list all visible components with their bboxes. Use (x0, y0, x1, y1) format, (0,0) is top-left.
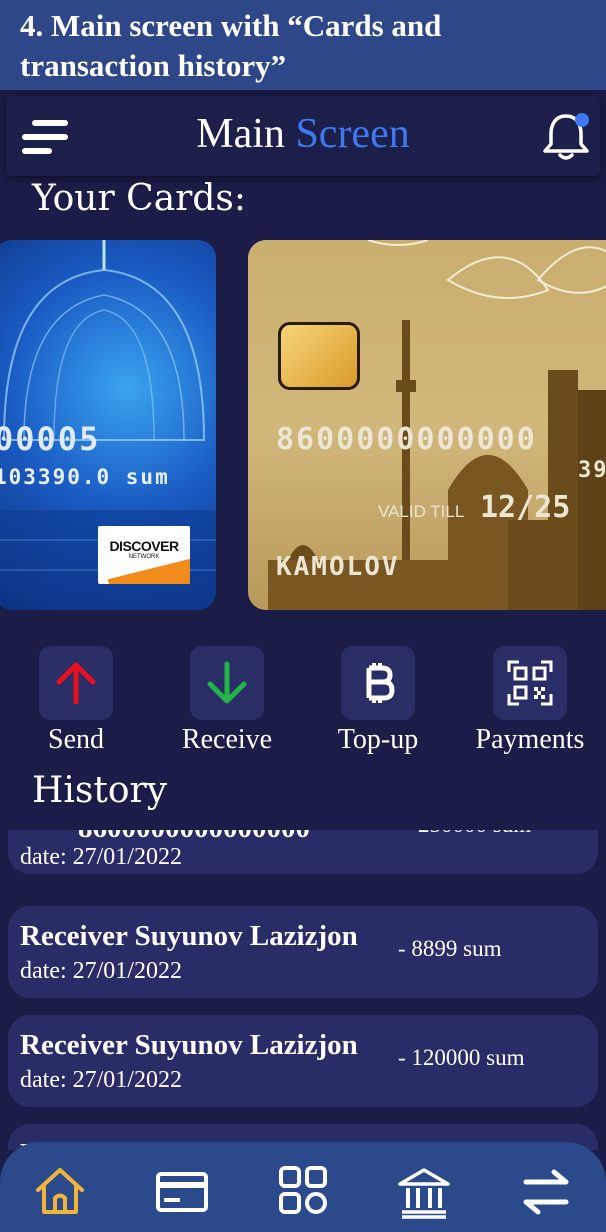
page-title: Main Screen (6, 110, 600, 158)
bank-icon[interactable] (396, 1164, 452, 1220)
card-chip (278, 322, 360, 390)
arrow-down-icon (207, 661, 247, 704)
history-list[interactable]: 8600000000000000 250000 sum date: 27/01/… (0, 830, 606, 1150)
payments-icon-box (493, 646, 567, 720)
bank-card-discover[interactable]: 00005 103390.0 sum DISCOVER NETWORK (0, 240, 216, 610)
history-item-date: date: 27/01/2022 (20, 844, 182, 870)
history-title: History (32, 770, 168, 811)
top-up-icon-box (341, 646, 415, 720)
arrow-up-icon (56, 662, 96, 705)
bottom-nav-bar (0, 1142, 606, 1232)
valid-till-date: 12/25 (480, 490, 571, 525)
receive-label: Receive (181, 724, 273, 755)
bitcoin-icon (366, 663, 395, 703)
history-item[interactable]: Receiver Suyunov Lazizjon - 8899 sum dat… (8, 906, 598, 998)
bell-icon[interactable] (540, 110, 592, 162)
card-icon[interactable] (154, 1164, 210, 1220)
history-item-date: date: 27/01/2022 (20, 1067, 182, 1093)
caption-line-2: transaction history” (20, 48, 287, 83)
history-item[interactable]: 8600000000000000 250000 sum date: 27/01/… (8, 830, 598, 874)
history-item-amount: - 8899 sum (398, 936, 502, 961)
send-button[interactable]: Send (1, 646, 151, 756)
card-balance: 103390.0 sum (0, 465, 170, 489)
brand-name: DISCOVER (109, 538, 179, 554)
quick-actions: Send Receive Top-up Payments (0, 646, 606, 766)
history-item-name: 8600000000000000 (78, 830, 310, 845)
card-number: 8600000000000 (276, 422, 537, 457)
slide-caption: 4. Main screen with “Cards and transacti… (0, 0, 606, 90)
history-item-amount: - 120000 sum (398, 1045, 525, 1070)
history-item-amount: 250000 sum (418, 830, 531, 838)
caption-line-1: 4. Main screen with “Cards and (20, 8, 442, 43)
home-icon[interactable] (32, 1164, 88, 1220)
history-item[interactable]: Receiver Suyunov Lazizjon - 120000 sum d… (8, 1015, 598, 1107)
payments-button[interactable]: Payments (455, 646, 605, 756)
bank-card-gold[interactable]: 8600000000000 39 VALID TILL 12/25 KAMOLO… (248, 240, 606, 610)
discover-logo: DISCOVER NETWORK (98, 526, 190, 584)
history-item-name: Receiver Suyunov Lazizjon (20, 920, 358, 952)
top-up-button[interactable]: Top-up (303, 646, 453, 756)
title-word-main: Main (196, 111, 285, 157)
apps-grid-icon[interactable] (275, 1164, 331, 1220)
history-item-date: date: 27/01/2022 (20, 958, 182, 984)
send-icon-box (39, 646, 113, 720)
payments-label: Payments (475, 724, 585, 755)
phone-screen: Main Screen Your Cards: 00005 103390.0 s… (0, 90, 606, 1232)
card-number: 00005 (0, 420, 101, 458)
receive-button[interactable]: Receive (152, 646, 302, 756)
card-holder: KAMOLOV (276, 552, 400, 582)
qr-code-icon (507, 660, 553, 706)
discover-orange-stripe (107, 557, 190, 584)
top-up-label: Top-up (337, 724, 419, 755)
brand-sub: NETWORK (128, 554, 160, 560)
history-item-name: Receiver Suyunov Lazizjon (20, 1029, 358, 1061)
transfer-arrows-icon[interactable] (518, 1164, 574, 1220)
receive-icon-box (190, 646, 264, 720)
cards-section-title: Your Cards: (32, 178, 247, 219)
send-label: Send (48, 724, 104, 755)
title-word-screen: Screen (295, 111, 410, 157)
top-app-bar: Main Screen (6, 96, 600, 176)
valid-till-label: VALID TILL (378, 502, 465, 521)
card-balance: 39 (578, 458, 606, 483)
